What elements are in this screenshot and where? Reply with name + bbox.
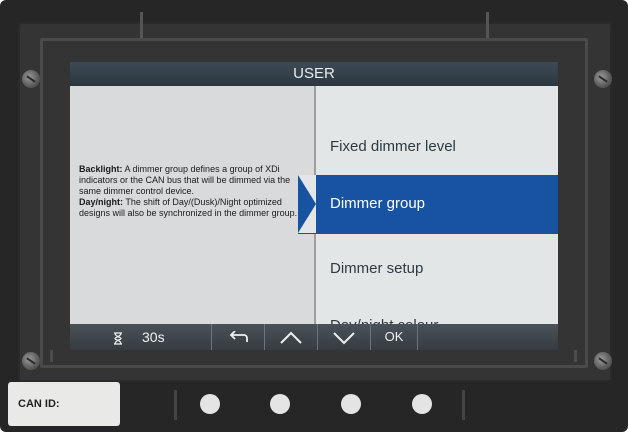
hardware-button-4[interactable] <box>412 394 432 414</box>
bracket-post <box>50 350 53 362</box>
can-id-label: CAN ID: <box>8 382 120 426</box>
device-bezel: USER Backlight: A dimmer group defines a… <box>0 0 628 432</box>
display-screen: USER Backlight: A dimmer group defines a… <box>70 62 558 350</box>
selection-pointer <box>298 175 316 233</box>
frame-tab <box>140 12 143 38</box>
menu-item-dimmer-group[interactable]: Dimmer group <box>298 175 558 234</box>
hourglass-icon <box>108 324 128 350</box>
back-arrow-icon <box>229 330 248 343</box>
hardware-button-1[interactable] <box>200 394 220 414</box>
frame-tab <box>462 390 465 420</box>
down-button[interactable] <box>318 324 370 350</box>
help-daynight-label: Day/night: <box>79 197 123 207</box>
hardware-button-2[interactable] <box>270 394 290 414</box>
menu-item-dimmer-setup[interactable]: Dimmer setup <box>330 260 423 277</box>
chevron-down-icon <box>333 332 355 345</box>
ok-button[interactable]: OK <box>371 324 417 350</box>
back-button[interactable] <box>212 324 264 350</box>
softkey-toolbar: 30s OK <box>70 324 558 350</box>
menu-item-label: Dimmer group <box>330 195 426 212</box>
screw-icon <box>594 70 612 88</box>
help-backlight-label: Backlight: <box>79 164 123 174</box>
frame-tab <box>174 390 177 420</box>
frame-tab <box>486 12 489 38</box>
menu-item-fixed-dimmer-level[interactable]: Fixed dimmer level <box>330 138 456 155</box>
up-button[interactable] <box>265 324 317 350</box>
chevron-up-icon <box>280 331 302 345</box>
screw-icon <box>22 70 40 88</box>
screw-icon <box>594 352 612 370</box>
timeout-value: 30s <box>142 329 165 345</box>
help-panel: Backlight: A dimmer group defines a grou… <box>70 86 314 324</box>
bracket-post <box>574 350 577 362</box>
help-text: Backlight: A dimmer group defines a grou… <box>79 164 303 219</box>
menu-list: Fixed dimmer level Dimmer group Dimmer s… <box>298 86 558 334</box>
screen-title: USER <box>70 62 558 86</box>
hardware-button-3[interactable] <box>341 394 361 414</box>
screw-icon <box>22 352 40 370</box>
